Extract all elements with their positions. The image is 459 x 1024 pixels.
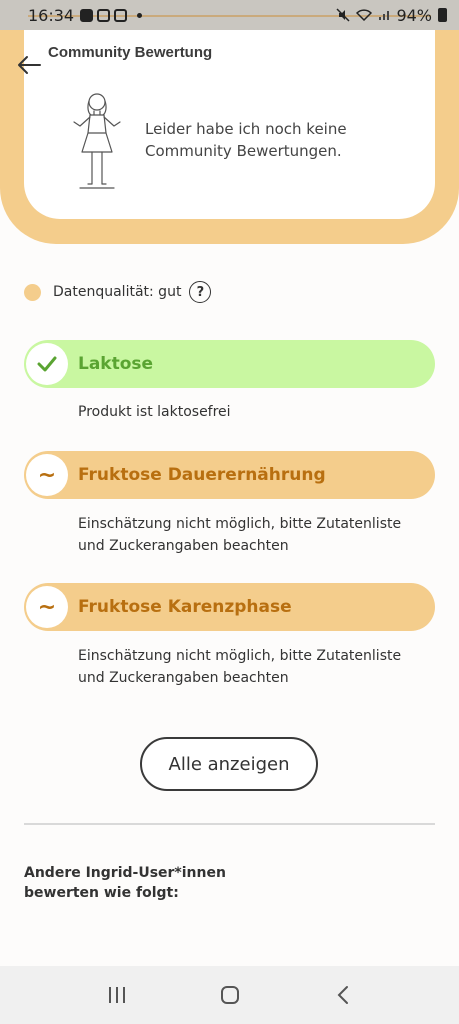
rating-description: Einschätzung nicht möglich, bitte Zutate… [78,648,402,686]
more-notifications-icon [137,12,143,18]
rating-pill-fruktose-karenz[interactable]: ~ Fruktose Karenzphase [24,583,435,631]
instagram-icon [114,8,128,22]
others-heading: Andere Ingrid-User*innen bewerten wie fo… [24,865,226,901]
rating-pill-fruktose-dauer[interactable]: ~ Fruktose Dauerernährung [24,451,435,499]
quality-label: Datenqualität: gut [53,284,182,300]
tilde-icon: ~ [26,586,68,628]
mute-icon [336,8,350,22]
status-bar: 16:34 94% [0,0,459,30]
show-all-button[interactable]: Alle anzeigen [140,737,318,791]
data-quality: Datenqualität: gut ? [24,281,212,303]
tilde-icon: ~ [26,454,68,496]
quality-indicator [24,283,41,301]
recent-apps-button[interactable] [97,975,137,1015]
divider [24,823,435,825]
battery-text: 94% [396,5,432,25]
home-button[interactable] [210,975,250,1015]
arrow-left-icon [18,56,41,74]
rating-label: Laktose [78,354,154,374]
help-icon[interactable]: ? [189,281,212,303]
battery-icon [438,8,447,22]
rating-pill-laktose[interactable]: Laktose [24,340,435,388]
recent-apps-icon [108,987,125,1003]
instagram-icon [97,8,111,22]
system-nav-bar [0,966,459,1024]
status-time: 16:34 [28,5,75,25]
empty-community-text: Leider habe ich noch keine Community Bew… [145,120,347,160]
check-icon [26,343,68,385]
back-nav-button[interactable] [323,975,363,1015]
rating-description: Produkt ist laktosefrei [78,404,231,420]
community-title: Community Bewertung [48,44,213,61]
back-button[interactable] [14,50,44,80]
rating-label: Fruktose Dauerernährung [78,465,326,485]
chevron-left-icon [337,986,348,1004]
woman-illustration [73,93,121,189]
wifi-icon [356,9,373,21]
rating-description: Einschätzung nicht möglich, bitte Zutate… [78,516,402,554]
gallery-icon [80,8,94,22]
home-icon [220,986,239,1004]
rating-label: Fruktose Karenzphase [78,597,292,617]
signal-icon [379,11,390,20]
